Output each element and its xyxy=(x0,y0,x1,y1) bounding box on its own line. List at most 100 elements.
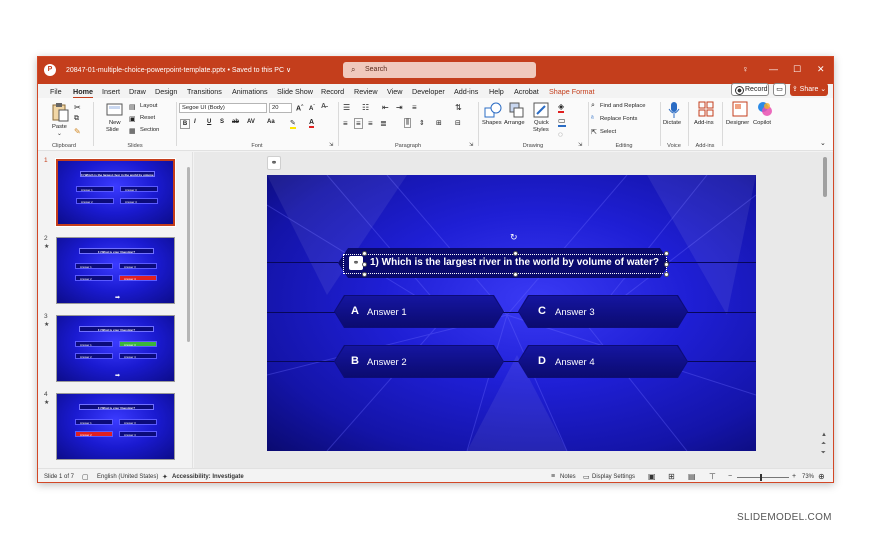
tab-transitions[interactable]: Transitions xyxy=(187,87,222,96)
display-settings-button[interactable]: Display Settings xyxy=(592,474,635,480)
ribbon-collapse-icon[interactable]: ⌄ xyxy=(820,139,826,147)
paste-icon[interactable] xyxy=(50,102,70,122)
add-ins-label[interactable]: Add-ins xyxy=(694,120,714,126)
resize-handle[interactable] xyxy=(362,272,367,277)
tab-home[interactable]: Home xyxy=(73,87,93,99)
microphone-icon[interactable] xyxy=(668,101,680,119)
underline-button[interactable]: U xyxy=(207,119,211,125)
zoom-out-icon[interactable]: − xyxy=(728,473,732,480)
increase-indent-icon[interactable]: ⇥ xyxy=(396,103,403,112)
copilot-label[interactable]: Copilot xyxy=(753,120,771,126)
slide-thumbnail-1[interactable]: 1) Which is the largest river in the wor… xyxy=(55,158,176,227)
shape-fill-icon[interactable]: ◈ xyxy=(558,102,565,113)
section-icon[interactable]: ▦ xyxy=(129,127,136,135)
search-box[interactable]: ⌕ Search xyxy=(343,62,536,78)
cut-icon[interactable]: ✂ xyxy=(74,103,81,112)
shapes-label[interactable]: Shapes xyxy=(482,120,502,126)
font-color-icon[interactable]: A xyxy=(309,119,315,128)
paste-label[interactable]: Paste xyxy=(52,124,67,130)
paragraph-dialog-launcher-icon[interactable]: ⇲ xyxy=(469,142,473,148)
line-spacing-icon[interactable]: ≡ xyxy=(412,103,417,112)
bullets-icon[interactable]: ☰ xyxy=(343,103,350,112)
replace-fonts-button[interactable]: Replace Fonts xyxy=(600,116,637,122)
layout-options-icon[interactable]: ⚭ xyxy=(349,256,363,270)
paste-dropdown-icon[interactable]: ⌄ xyxy=(57,131,62,137)
answer-text-c[interactable]: Answer 3 xyxy=(555,307,595,318)
reset-icon[interactable]: ▣ xyxy=(129,115,136,123)
slide-show-icon[interactable]: ⊤ xyxy=(709,472,716,481)
rotate-handle-icon[interactable]: ↻ xyxy=(510,232,518,243)
shadow-button[interactable]: S xyxy=(220,119,224,125)
strikethrough-button[interactable]: ab xyxy=(232,119,239,125)
resize-handle[interactable] xyxy=(664,272,669,277)
accessibility-status[interactable]: Accessibility: Investigate xyxy=(172,474,244,480)
language-status[interactable]: English (United States) xyxy=(97,474,158,480)
align-text-icon[interactable]: ⇕ xyxy=(419,119,425,127)
resize-handle[interactable] xyxy=(664,262,669,267)
increase-font-icon[interactable]: A^ xyxy=(296,103,303,112)
answer-text-a[interactable]: Answer 1 xyxy=(367,307,407,318)
columns-icon[interactable]: ⫼ xyxy=(404,118,412,128)
designer-label[interactable]: Designer xyxy=(726,120,749,126)
quick-styles-label[interactable]: Quick xyxy=(534,120,549,126)
slide-thumbnail-3[interactable]: 1) What is your Question? Answer 1 Answe… xyxy=(56,315,175,382)
share-button[interactable]: ⇪ Share ⌄ xyxy=(790,83,828,96)
current-slide[interactable]: ↻ ⚭ 1) Which is the largest river in the… xyxy=(267,175,756,451)
bold-button[interactable]: B xyxy=(180,119,190,129)
tab-view[interactable]: View xyxy=(387,87,402,96)
zoom-slider[interactable] xyxy=(737,477,789,478)
add-ins-icon[interactable] xyxy=(698,101,714,117)
resize-handle[interactable] xyxy=(513,272,518,277)
decrease-indent-icon[interactable]: ⇤ xyxy=(382,103,389,112)
select-cursor-icon[interactable]: ⇱ xyxy=(591,128,597,136)
reading-view-icon[interactable]: ▤ xyxy=(688,472,696,481)
justify-icon[interactable]: ≣ xyxy=(380,119,387,128)
align-center-icon[interactable]: ≡ xyxy=(354,118,363,129)
tab-slide-show[interactable]: Slide Show xyxy=(277,87,313,96)
format-painter-icon[interactable]: ✎ xyxy=(74,127,81,136)
shape-outline-icon[interactable]: ▭ xyxy=(558,116,566,127)
section-button[interactable]: Section xyxy=(140,127,159,133)
decrease-font-icon[interactable]: Aˇ xyxy=(309,103,315,112)
tab-review[interactable]: Review xyxy=(354,87,378,96)
notes-button[interactable]: Notes xyxy=(560,474,576,480)
prev-slide-icon[interactable]: ⏶ xyxy=(821,441,826,448)
close-button[interactable]: ✕ xyxy=(817,64,825,75)
tab-design[interactable]: Design xyxy=(155,87,177,96)
tab-acrobat[interactable]: Acrobat xyxy=(514,87,539,96)
slide-sorter-icon[interactable]: ⊞ xyxy=(668,472,675,481)
zoom-level[interactable]: 73% xyxy=(802,474,814,480)
layout-icon[interactable]: ▤ xyxy=(129,103,136,111)
font-dialog-launcher-icon[interactable]: ⇲ xyxy=(329,142,333,148)
replace-fonts-icon[interactable]: ᵃ xyxy=(591,115,594,122)
comments-button[interactable]: ▭ xyxy=(773,83,786,96)
shape-effects-icon[interactable]: ◌ xyxy=(558,130,563,139)
slide-counter[interactable]: Slide 1 of 7 xyxy=(44,474,74,480)
tab-insert[interactable]: Insert xyxy=(102,87,120,96)
tab-add-ins[interactable]: Add-ins xyxy=(454,87,478,96)
normal-view-icon[interactable]: ▣ xyxy=(648,472,656,481)
designer-icon[interactable] xyxy=(732,101,748,117)
resize-handle[interactable] xyxy=(362,251,367,256)
find-icon[interactable]: ⌕ xyxy=(591,102,595,110)
align-left-icon[interactable]: ≡ xyxy=(343,119,348,128)
lightbulb-icon[interactable]: ♀ xyxy=(742,64,749,74)
dictate-label[interactable]: Dictate xyxy=(663,120,681,126)
designer-suggestion-icon[interactable]: ⚭ xyxy=(267,156,281,170)
font-size-select[interactable]: 20 xyxy=(269,103,292,113)
zoom-slider-thumb[interactable] xyxy=(760,474,762,481)
answer-text-d[interactable]: Answer 4 xyxy=(555,357,595,368)
record-button[interactable]: Record xyxy=(731,83,769,96)
fit-to-window-icon[interactable]: ⊕ xyxy=(818,472,825,481)
thumbnails-scrollbar[interactable] xyxy=(187,167,190,342)
smartart-icon[interactable]: ⊞ xyxy=(436,119,442,127)
zoom-in-icon[interactable]: + xyxy=(792,473,796,480)
slide-thumbnail-4[interactable]: 1) What is your Question? Answer 1 Answe… xyxy=(56,393,175,460)
answer-box-b[interactable] xyxy=(334,345,504,378)
arrange-label[interactable]: Arrange xyxy=(504,120,525,126)
maximize-button[interactable]: ☐ xyxy=(793,64,801,75)
text-direction-icon[interactable]: ⇅ xyxy=(455,103,462,112)
new-slide-label-2[interactable]: Slide xyxy=(106,127,119,133)
document-title[interactable]: 20847-01-multiple-choice-powerpoint-temp… xyxy=(66,66,291,74)
slide-thumbnail-2[interactable]: 1) What is your Question? Answer 1 Answe… xyxy=(56,237,175,304)
